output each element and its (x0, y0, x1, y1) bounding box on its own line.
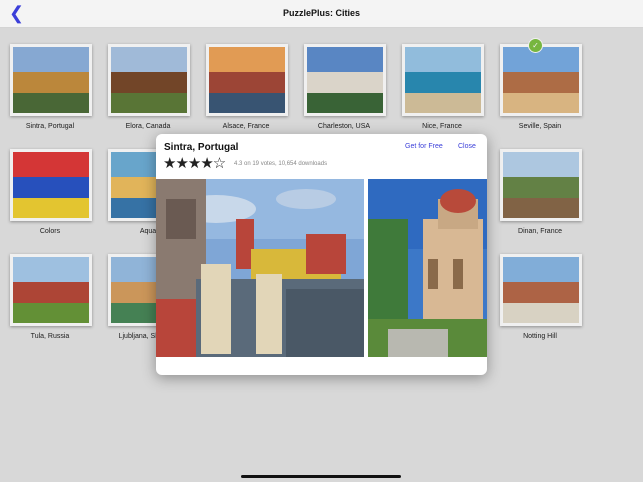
modal-title: Sintra, Portugal (164, 142, 239, 153)
close-button[interactable]: Close (458, 143, 476, 150)
page-title: PuzzlePlus: Cities (282, 8, 361, 18)
navigation-bar: ❮ PuzzlePlus: Cities (0, 0, 643, 28)
rating-stars: ★★★★☆ (163, 155, 226, 172)
sintra-monserrate-image (368, 179, 487, 357)
puzzle-detail-modal: Sintra, Portugal ★★★★☆ 4.3 on 19 votes, … (156, 134, 487, 375)
sintra-palace-image (156, 179, 364, 357)
rating-summary: 4.3 on 19 votes, 10,654 downloads (234, 161, 328, 167)
home-indicator (241, 475, 401, 478)
get-for-free-button[interactable]: Get for Free (405, 143, 443, 150)
